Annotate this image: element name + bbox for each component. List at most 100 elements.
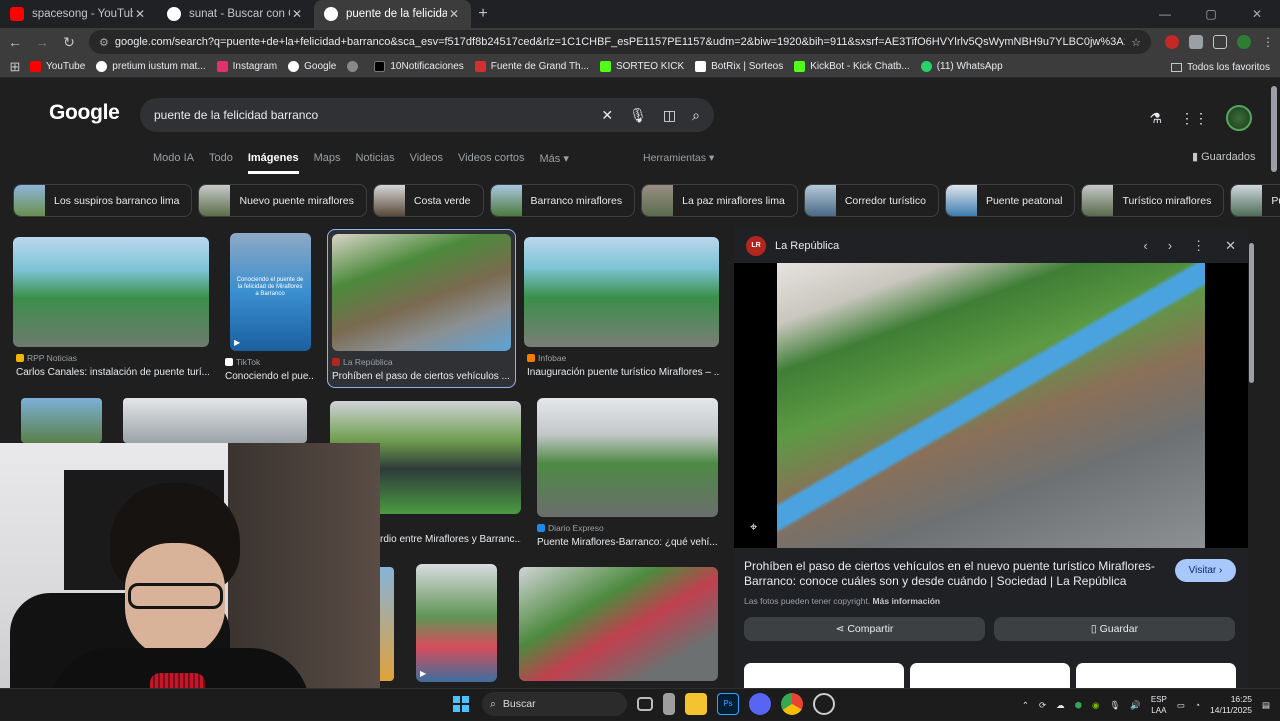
share-button[interactable]: ⋖ Compartir — [744, 617, 985, 641]
result-image[interactable] — [21, 398, 102, 443]
tab-noticias[interactable]: Noticias — [355, 152, 394, 174]
lens-icon[interactable]: ◫ — [663, 107, 676, 124]
more-vert-icon[interactable]: ⋮ — [1192, 238, 1205, 254]
result-title[interactable]: Carlos Canales: instalación de puente tu… — [16, 367, 209, 378]
result-image[interactable]: ▶ — [416, 564, 497, 682]
labs-icon[interactable]: ⚗ — [1149, 110, 1162, 127]
result-title[interactable]: rdio entre Miraflores y Barranc... — [380, 534, 521, 545]
file-explorer-icon[interactable] — [685, 693, 707, 715]
notification-icon[interactable]: ▤ — [1262, 700, 1270, 711]
image-result[interactable]: Diario Expreso Puente Miraflores-Barranc… — [537, 398, 718, 548]
extension-icon[interactable] — [1189, 35, 1203, 49]
preview-source[interactable]: La República — [775, 240, 839, 252]
task-view-icon[interactable] — [637, 697, 653, 711]
result-image[interactable] — [380, 567, 394, 681]
chevron-up-icon[interactable]: ⌃ — [1022, 700, 1029, 711]
result-title[interactable]: Prohíben el paso de ciertos vehículos ..… — [332, 371, 511, 382]
related-image[interactable] — [910, 663, 1070, 688]
bookmark[interactable]: YouTube — [30, 61, 85, 72]
more-info-link[interactable]: Más información — [873, 596, 941, 606]
profile-avatar[interactable] — [1237, 35, 1251, 49]
taskbar-search[interactable]: ⌕ Buscar — [482, 692, 627, 716]
tab-active[interactable]: puente de la felicidad barranco ✕ — [314, 0, 471, 28]
save-button[interactable]: ▯ Guardar — [994, 617, 1235, 641]
result-image[interactable]: Conociendo el puente de la felicidad de … — [230, 233, 311, 351]
clock[interactable]: 16:25 14/11/2025 — [1210, 694, 1252, 716]
tab-maps[interactable]: Maps — [314, 152, 341, 174]
url-field[interactable]: ⚙ google.com/search?q=puente+de+la+felic… — [89, 30, 1151, 54]
chip[interactable]: Puente peatonal — [944, 184, 1076, 217]
prev-icon[interactable]: ‹ — [1143, 238, 1147, 254]
bookmark[interactable]: KickBot - Kick Chatb... — [794, 61, 910, 72]
bookmark[interactable]: (11) WhatsApp — [920, 61, 1003, 72]
next-icon[interactable]: › — [1168, 238, 1172, 254]
menu-dots-icon[interactable]: ⋮ — [1261, 35, 1275, 49]
image-result[interactable]: Infobae Inauguración puente turístico Mi… — [524, 237, 719, 378]
preview-image[interactable]: ⌖ — [734, 263, 1248, 548]
google-logo[interactable]: Google — [49, 101, 120, 125]
tab-sunat[interactable]: sunat - Buscar con Google ✕ — [157, 0, 314, 28]
tab-imagenes[interactable]: Imágenes — [247, 152, 299, 174]
scroll-thumb[interactable] — [1249, 243, 1254, 383]
maximize-icon[interactable]: ▢ — [1188, 0, 1234, 28]
forward-icon[interactable]: → — [30, 34, 54, 50]
new-tab-button[interactable]: + — [471, 5, 495, 23]
image-result[interactable] — [380, 567, 394, 681]
chip[interactable]: Turístico miraflores — [1081, 184, 1225, 217]
search-icon[interactable]: ⌕ — [692, 107, 700, 124]
result-image[interactable] — [537, 398, 718, 517]
related-image[interactable] — [744, 663, 904, 688]
site-info-icon[interactable]: ⚙ — [99, 36, 109, 49]
chip[interactable]: Corredor turístico — [803, 184, 939, 217]
image-result[interactable]: ▶ — [416, 564, 497, 682]
bookmark[interactable]: Fuente de Grand Th... — [474, 61, 589, 72]
bookmark[interactable]: Instagram — [216, 61, 277, 72]
reload-icon[interactable]: ↻ — [57, 34, 81, 51]
close-icon[interactable]: ✕ — [1225, 238, 1236, 254]
scroll-thumb[interactable] — [1271, 86, 1277, 172]
cloud-icon[interactable]: ☁ — [1056, 700, 1065, 711]
tab-todo[interactable]: Todo — [209, 152, 233, 174]
panel-scrollbar[interactable] — [1248, 227, 1256, 688]
bookmark[interactable]: Google — [288, 61, 336, 72]
chip[interactable]: Barranco miraflores — [489, 184, 636, 217]
extension-icon[interactable] — [1165, 35, 1179, 49]
close-window-icon[interactable]: ✕ — [1234, 0, 1280, 28]
tab-mas[interactable]: Más ▾ — [540, 152, 569, 174]
related-image[interactable] — [1076, 663, 1236, 688]
close-icon[interactable]: ✕ — [290, 7, 304, 21]
wifi-icon[interactable]: ▭ — [1177, 700, 1185, 711]
clear-icon[interactable]: ✕ — [601, 107, 613, 124]
image-result[interactable] — [21, 398, 102, 443]
battery-icon[interactable]: ◔ — [1195, 700, 1200, 710]
image-result[interactable] — [519, 567, 718, 681]
result-image[interactable] — [524, 237, 719, 347]
result-title[interactable]: Puente Miraflores-Barranco: ¿qué vehí... — [537, 537, 718, 548]
image-result-selected[interactable]: La República Prohíben el paso de ciertos… — [327, 229, 516, 388]
result-image[interactable] — [332, 234, 511, 351]
nvidia-icon[interactable]: ◉ — [1092, 700, 1099, 711]
tab-youtube[interactable]: spacesong - YouTube ✕ — [0, 0, 157, 28]
discord-icon[interactable] — [749, 693, 771, 715]
speaker-icon[interactable]: 🔊 — [1130, 700, 1141, 711]
app-icon[interactable] — [813, 693, 835, 715]
microphone-icon[interactable]: 🎙 — [1109, 700, 1120, 711]
all-favorites[interactable]: Todos los favoritos — [1171, 56, 1270, 78]
saved-button[interactable]: ▮ Guardados — [1192, 150, 1256, 163]
result-title[interactable]: Conociendo el pue... — [225, 371, 315, 382]
bookmark[interactable]: BotRix | Sorteos — [695, 61, 783, 72]
back-icon[interactable]: ← — [3, 34, 27, 50]
lens-search-icon[interactable]: ⌖ — [750, 519, 757, 535]
puzzle-icon[interactable] — [1213, 35, 1227, 49]
result-image[interactable] — [519, 567, 718, 681]
tab-modo-ia[interactable]: Modo IA — [153, 152, 194, 174]
tab-videos-cortos[interactable]: Videos cortos — [458, 152, 524, 174]
bookmark[interactable]: SORTEO KICK — [599, 61, 684, 72]
result-image[interactable] — [123, 398, 307, 443]
apps-grid-icon[interactable]: ⋮⋮ — [1180, 110, 1208, 127]
visit-button[interactable]: Visitar › — [1175, 559, 1236, 582]
microphone-icon[interactable]: 🎙 — [629, 107, 647, 124]
bookmark[interactable] — [347, 61, 363, 72]
shield-icon[interactable]: ⬢ — [1075, 700, 1082, 711]
chip[interactable]: Nuevo puente miraflores — [198, 184, 367, 217]
